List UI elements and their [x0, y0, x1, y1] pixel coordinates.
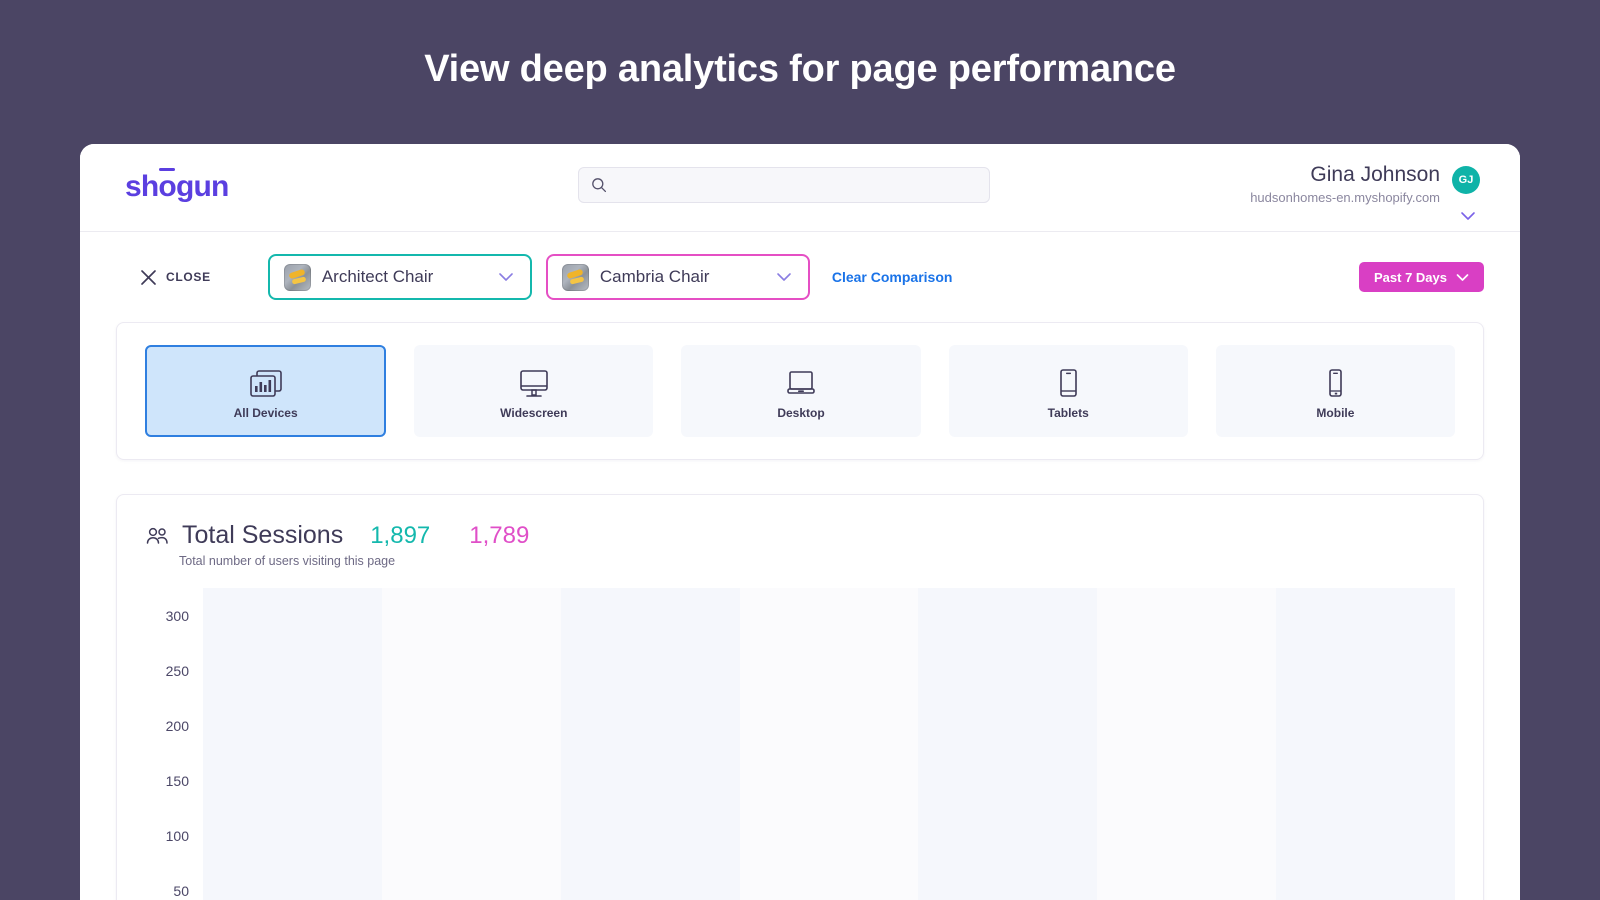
device-tab-all-devices[interactable]: All Devices [145, 345, 387, 437]
chevron-down-icon [1456, 273, 1469, 281]
y-axis-tick: 300 [165, 607, 189, 624]
chart-y-axis: 300 250 200 150 100 50 [145, 588, 189, 900]
chevron-down-icon[interactable] [1458, 210, 1478, 222]
device-tab-tablets[interactable]: Tablets [948, 345, 1188, 437]
laptop-icon [783, 363, 819, 401]
y-axis-tick: 50 [173, 882, 189, 899]
device-tab-label: Widescreen [500, 405, 568, 420]
chart-band [1097, 588, 1277, 900]
chart-band [1276, 588, 1455, 900]
screenshot-stage: View deep analytics for page performance… [0, 0, 1600, 900]
chart-band [560, 588, 740, 900]
page-select-primary[interactable]: Architect Chair [267, 254, 532, 300]
user-menu[interactable]: Gina Johnson hudsonhomes-en.myshopify.co… [1250, 162, 1480, 220]
page-select-compare[interactable]: Cambria Chair [545, 254, 810, 300]
page-title: View deep analytics for page performance [424, 48, 1176, 90]
device-tab-label: Desktop [777, 405, 825, 420]
total-sessions-panel: Total Sessions 1,897 1,789 Total number … [116, 494, 1484, 900]
y-axis-tick: 250 [165, 662, 189, 679]
monitor-icon [516, 363, 552, 401]
search-input[interactable] [616, 177, 977, 193]
search-bar[interactable] [578, 167, 990, 203]
product-thumbnail-icon [561, 263, 589, 291]
app-window: shogun Gina Johnson hudsonhomes-en.mysho… [80, 144, 1520, 900]
avatar[interactable]: GJ [1452, 166, 1480, 194]
chart-band [918, 588, 1098, 900]
sessions-metric-compare: 1,789 [469, 521, 530, 549]
clear-comparison-link[interactable]: Clear Comparison [832, 269, 953, 285]
device-tab-label: Mobile [1316, 405, 1355, 420]
logo-text-a: sh [125, 170, 159, 203]
product-thumbnail-icon [283, 263, 311, 291]
mobile-icon [1317, 363, 1353, 401]
page-select-compare-label: Cambria Chair [599, 267, 710, 286]
user-name: Gina Johnson [1310, 163, 1440, 186]
chart-band [381, 588, 561, 900]
device-tabs: All Devices Widescreen Desktop Tablets M… [145, 345, 1456, 437]
chevron-down-icon [499, 273, 513, 281]
date-range-label: Past 7 Days [1374, 269, 1447, 285]
y-axis-tick: 150 [165, 772, 189, 789]
logo-text-b: gun [175, 170, 229, 203]
shogun-logo[interactable]: shogun [125, 168, 229, 204]
page-select-primary-label: Architect Chair [321, 267, 434, 286]
device-tab-widescreen[interactable]: Widescreen [414, 345, 654, 437]
logo-text-o: o [158, 168, 177, 203]
chart-band [739, 588, 919, 900]
sessions-metric-primary: 1,897 [370, 521, 431, 549]
y-axis-tick: 200 [165, 717, 189, 734]
device-tab-label: All Devices [233, 405, 298, 420]
sessions-chart: 300 250 200 150 100 50 [145, 588, 1455, 900]
y-axis-tick: 100 [165, 827, 189, 844]
tablet-icon [1050, 363, 1086, 401]
all-devices-icon [248, 363, 284, 401]
chart-plot-area [203, 588, 1455, 900]
device-tab-desktop[interactable]: Desktop [681, 345, 921, 437]
sessions-title: Total Sessions [182, 521, 344, 549]
sessions-header: Total Sessions 1,897 1,789 [145, 521, 1455, 550]
device-filter-panel: All Devices Widescreen Desktop Tablets M… [116, 322, 1484, 460]
app-header: shogun Gina Johnson hudsonhomes-en.mysho… [80, 144, 1520, 232]
device-tab-mobile[interactable]: Mobile [1215, 345, 1456, 437]
date-range-button[interactable]: Past 7 Days [1359, 262, 1484, 292]
toolbar: CLOSE Architect Chair Cambria Chair Clea… [80, 232, 1520, 322]
chevron-down-icon [777, 273, 791, 281]
search-icon [592, 178, 607, 193]
close-icon [141, 269, 156, 285]
users-icon [146, 527, 168, 544]
user-store-domain: hudsonhomes-en.myshopify.com [1250, 190, 1440, 205]
close-label: CLOSE [166, 270, 211, 284]
user-text: Gina Johnson hudsonhomes-en.myshopify.co… [1250, 162, 1440, 208]
device-tab-label: Tablets [1047, 405, 1089, 420]
close-button[interactable]: CLOSE [140, 269, 211, 286]
sessions-subtitle: Total number of users visiting this page [179, 554, 396, 568]
chart-band [203, 588, 382, 900]
